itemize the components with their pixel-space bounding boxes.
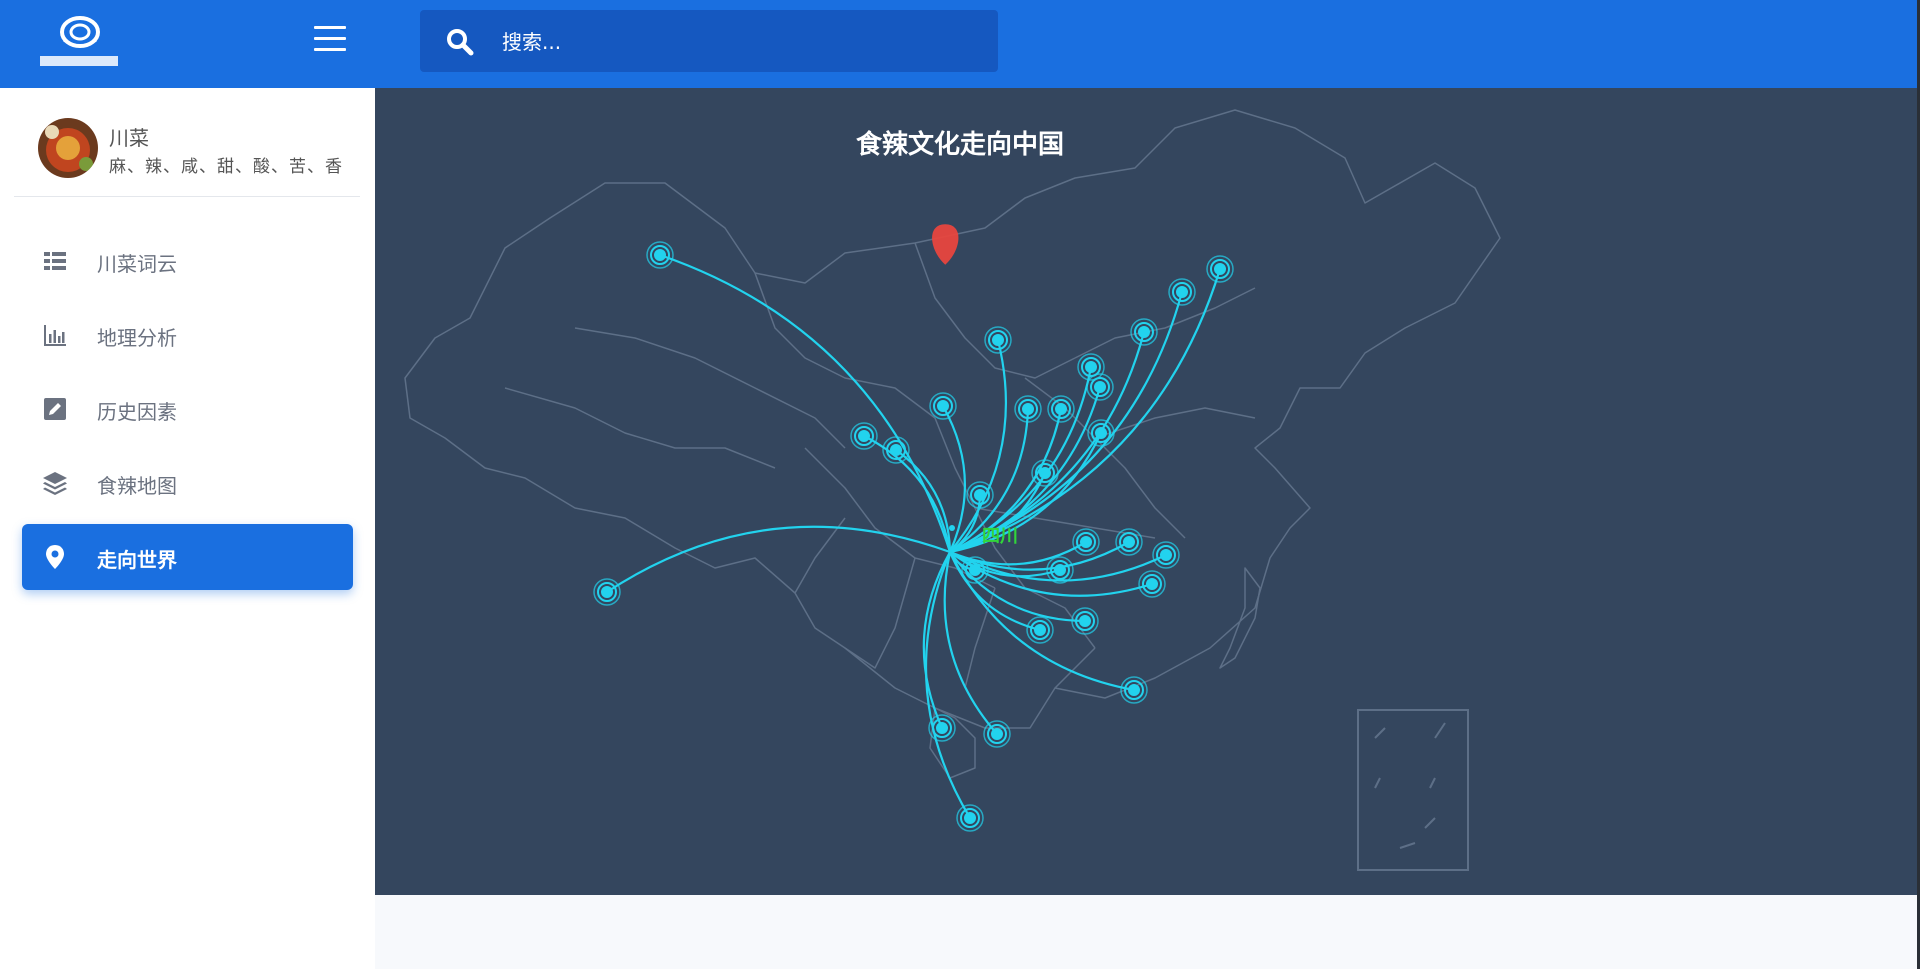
profile-card: 川菜 麻、辣、咸、甜、酸、苦、香 (14, 108, 360, 197)
flow-line (949, 268, 1222, 554)
destination-node[interactable] (1206, 255, 1234, 283)
china-outline (404, 109, 1501, 779)
sidebar-item-label: 川菜词云 (97, 252, 177, 276)
destination-node[interactable] (984, 326, 1012, 354)
flow-line (659, 253, 952, 553)
edit-icon (44, 398, 66, 420)
avatar (38, 118, 98, 178)
destination-node[interactable] (1152, 541, 1180, 569)
destination-node[interactable] (1120, 676, 1148, 704)
origin-label: 四川 (982, 526, 1018, 547)
destination-node[interactable] (956, 804, 984, 832)
flow-line (943, 551, 998, 735)
map-pin-icon (46, 545, 64, 569)
sidebar-item-label: 食辣地图 (97, 474, 177, 498)
sidebar-item-wordcloud[interactable]: 川菜词云 (22, 228, 353, 294)
destination-node[interactable] (1077, 353, 1105, 381)
map-panel: 食辣文化走向中国 四川 (375, 88, 1917, 895)
destination-node[interactable] (1071, 607, 1099, 635)
destination-node[interactable] (966, 481, 994, 509)
destination-node[interactable] (1072, 528, 1100, 556)
list-icon (44, 252, 66, 270)
bar-chart-icon (44, 325, 66, 346)
destination-node[interactable] (983, 720, 1011, 748)
destination-node[interactable] (1087, 419, 1115, 447)
destination-node[interactable] (928, 714, 956, 742)
sidebar-item-label: 走向世界 (97, 548, 177, 572)
destination-node[interactable] (1138, 570, 1166, 598)
sidebar-item-label: 历史因素 (97, 400, 177, 424)
destination-node[interactable] (882, 436, 910, 464)
sidebar: 川菜 麻、辣、咸、甜、酸、苦、香 川菜词云 地理分析 历史因素 食辣地图 走向世… (0, 0, 375, 969)
top-bar (375, 0, 1920, 88)
profile-flavors: 麻、辣、咸、甜、酸、苦、香 (109, 157, 343, 177)
menu-toggle-button[interactable] (314, 26, 346, 54)
destination-node[interactable] (1130, 318, 1158, 346)
flow-line (895, 449, 952, 553)
sidebar-item-label: 地理分析 (97, 326, 177, 350)
sidebar-nav: 川菜词云 地理分析 历史因素 食辣地图 走向世界 (0, 228, 375, 598)
destination-node[interactable] (1026, 616, 1054, 644)
search-icon[interactable] (446, 28, 474, 56)
search-box (420, 10, 998, 72)
search-input[interactable] (500, 24, 984, 60)
destination-node[interactable] (1168, 278, 1196, 306)
destination-node[interactable] (1046, 556, 1074, 584)
brand-logo[interactable] (38, 10, 120, 72)
destination-nodes (593, 241, 1234, 832)
destination-node[interactable] (646, 241, 674, 269)
destination-node[interactable] (1086, 373, 1114, 401)
destination-node[interactable] (961, 556, 989, 584)
south-china-sea-inset (1357, 709, 1469, 871)
layers-icon (43, 472, 67, 495)
china-flow-map[interactable]: 四川 (375, 88, 1917, 895)
destination-node[interactable] (1031, 459, 1059, 487)
destination-node[interactable] (929, 392, 957, 420)
flow-line (606, 525, 951, 593)
destination-node[interactable] (1047, 395, 1075, 423)
destination-node[interactable] (1014, 395, 1042, 423)
destination-node[interactable] (1115, 528, 1143, 556)
brand-bar (0, 0, 375, 88)
destination-node[interactable] (593, 578, 621, 606)
sidebar-item-spicy-map[interactable]: 食辣地图 (22, 450, 353, 516)
destination-node[interactable] (850, 422, 878, 450)
sidebar-item-history[interactable]: 历史因素 (22, 376, 353, 442)
sidebar-item-geo-analysis[interactable]: 地理分析 (22, 302, 353, 368)
profile-name: 川菜 (109, 126, 149, 150)
sidebar-item-go-world[interactable]: 走向世界 (22, 524, 353, 590)
flow-line (949, 331, 1146, 554)
